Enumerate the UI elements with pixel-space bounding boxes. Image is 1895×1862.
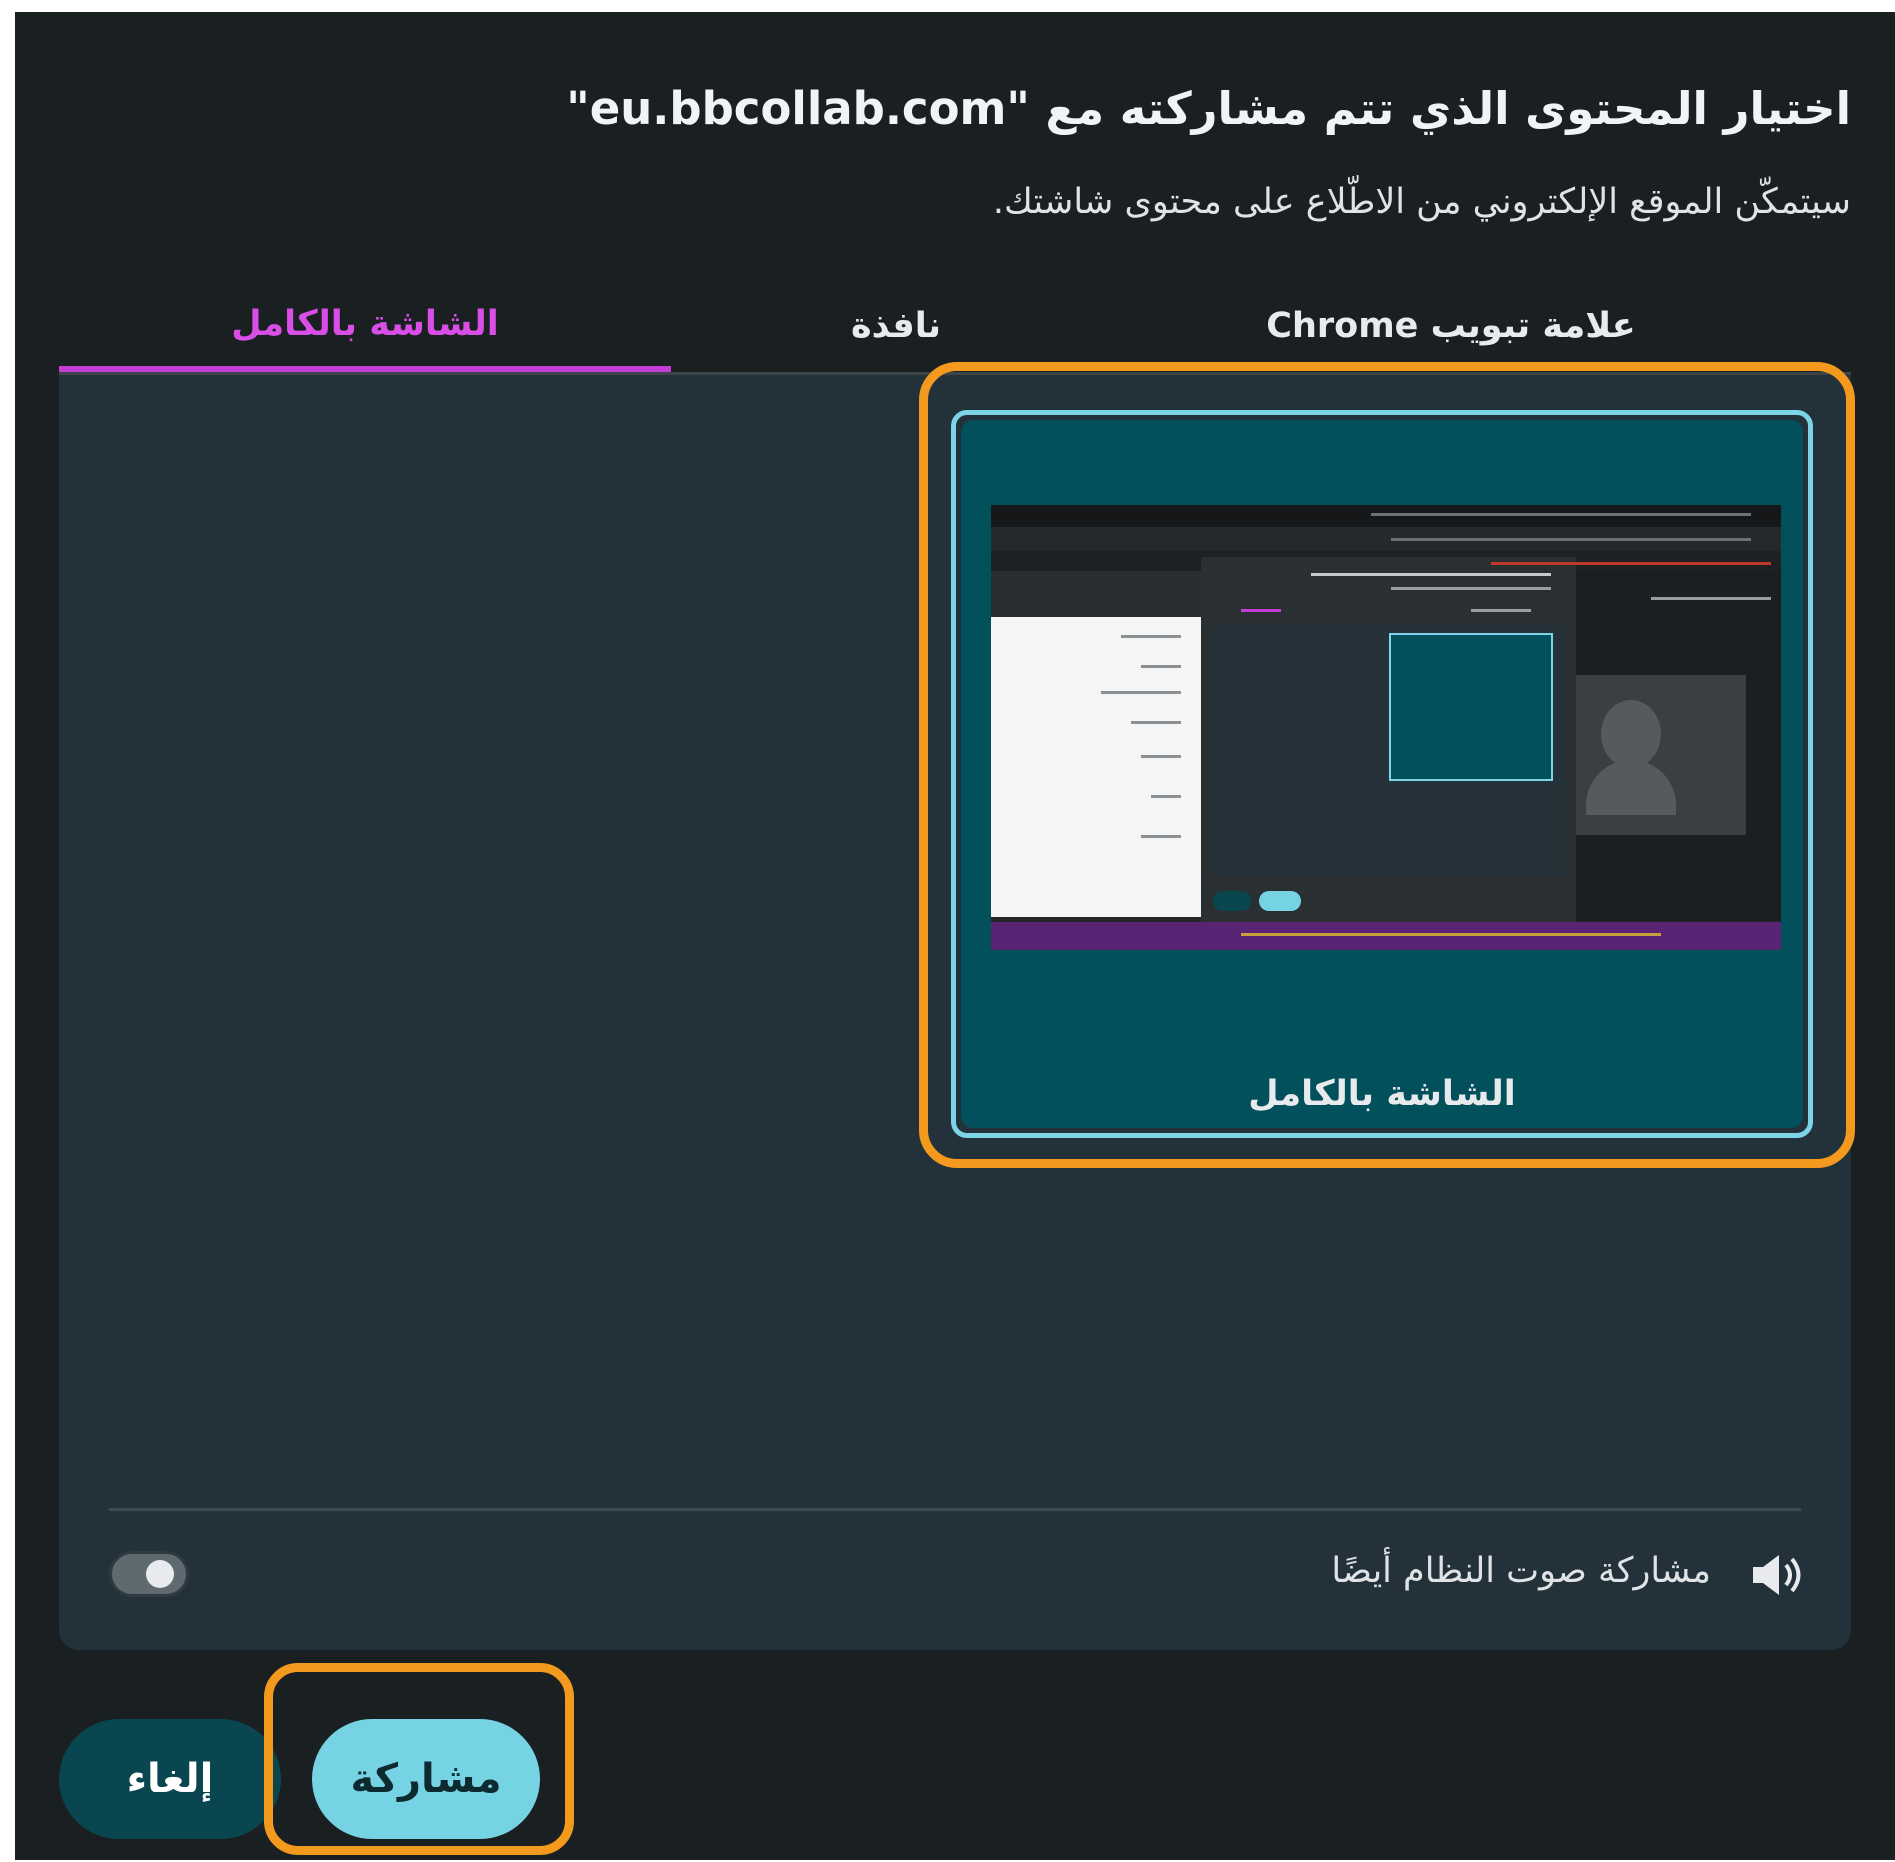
system-audio-label: مشاركة صوت النظام أيضًا (1331, 1551, 1711, 1591)
source-panel: الشاشة بالكامل مشاركة صوت النظام أيضًا (59, 362, 1855, 1650)
tab-entire-screen[interactable]: الشاشة بالكامل (59, 282, 671, 372)
system-audio-row: مشاركة صوت النظام أيضًا (109, 1535, 1801, 1615)
tab-window[interactable]: نافذة (771, 282, 1021, 370)
screen-thumbnail (991, 505, 1781, 950)
share-screen-dialog: اختيار المحتوى الذي تتم مشاركته مع "eu.b… (15, 12, 1895, 1860)
panel-divider (109, 1508, 1801, 1511)
dialog-subtitle: سيتمكّن الموقع الإلكتروني من الاطّلاع عل… (992, 182, 1851, 222)
screen-card-body: الشاشة بالكامل (961, 420, 1803, 1128)
screen-card[interactable]: الشاشة بالكامل (951, 410, 1813, 1138)
screen-card-label: الشاشة بالكامل (1248, 1074, 1516, 1114)
cancel-button[interactable]: إلغاء (59, 1719, 281, 1839)
share-button-highlight (264, 1663, 574, 1855)
dialog-title: اختيار المحتوى الذي تتم مشاركته مع "eu.b… (566, 82, 1851, 135)
speaker-icon (1753, 1555, 1801, 1595)
toggle-knob (146, 1560, 174, 1588)
system-audio-toggle[interactable] (109, 1551, 189, 1597)
tab-chrome-tab[interactable]: علامة تبويب Chrome (1241, 282, 1661, 370)
